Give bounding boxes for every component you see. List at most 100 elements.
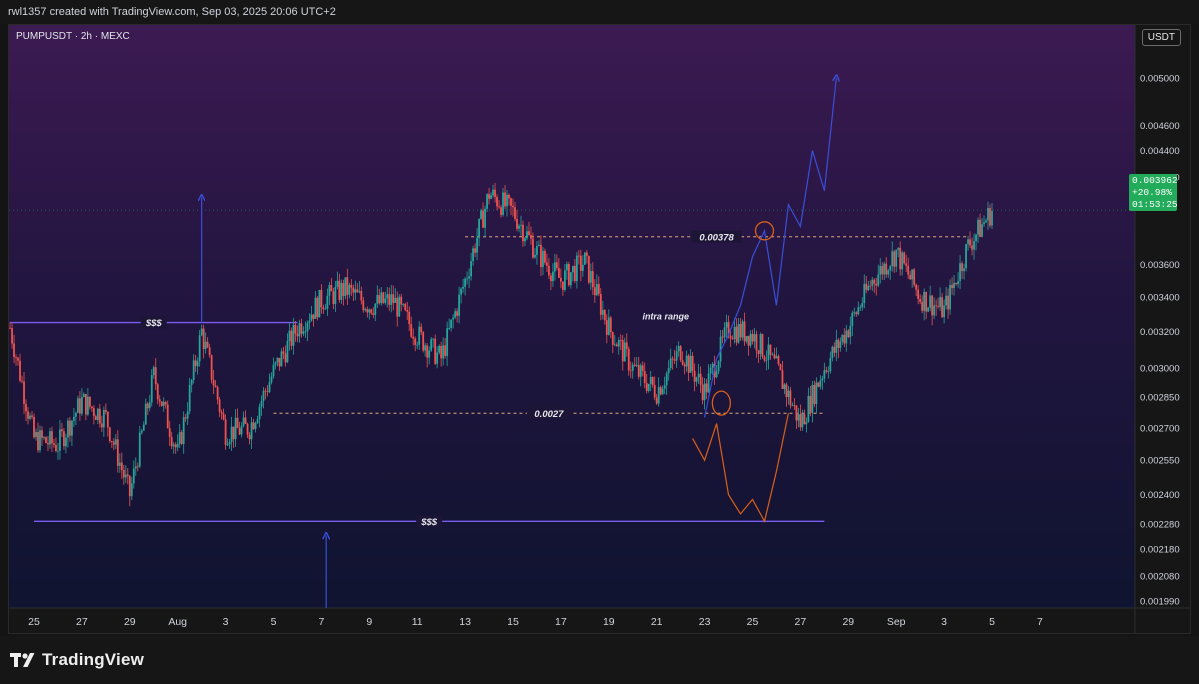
candle-body: [268, 382, 271, 393]
candle-body: [927, 307, 930, 312]
candle-body: [496, 196, 498, 207]
candle-body: [679, 346, 682, 361]
candle-body: [404, 304, 407, 310]
candle-body: [571, 265, 574, 273]
candle-body: [869, 285, 872, 287]
candle-body: [524, 238, 526, 242]
candle-body: [989, 208, 991, 226]
candle-body: [17, 357, 19, 361]
candle-body: [228, 441, 231, 445]
candle-body: [258, 406, 261, 420]
candle-body: [306, 322, 309, 332]
candle-body: [761, 334, 764, 357]
price-tick-label: 0.003000: [1140, 363, 1180, 374]
candle-body: [290, 330, 293, 346]
candle-body: [13, 343, 15, 358]
candle-body: [37, 432, 39, 451]
candle-body: [599, 293, 602, 315]
candle-body: [432, 338, 435, 340]
tradingview-logo[interactable]: TradingView: [10, 650, 144, 670]
candle-body: [482, 210, 484, 228]
candle-body: [448, 328, 451, 329]
candle-body: [346, 277, 349, 295]
chart-frame: $$$ $$$ 0.00378 0.0027 intra range 0.005000 0…: [8, 24, 1191, 634]
candle-body: [883, 263, 886, 275]
candle-body: [871, 279, 874, 286]
candle-body: [19, 360, 21, 381]
candle-body: [344, 277, 347, 297]
candle-body: [186, 411, 189, 419]
price-tick-label: 0.002700: [1140, 423, 1180, 434]
tradingview-logo-icon: [10, 653, 35, 667]
candle-body: [334, 286, 337, 304]
candle-body: [885, 263, 888, 275]
candle-body: [110, 441, 113, 442]
candle-body: [565, 263, 568, 271]
candle-body: [569, 272, 572, 286]
candle-body: [867, 285, 870, 291]
candle-body: [440, 345, 443, 359]
candle-body: [208, 347, 211, 356]
candle-body: [510, 198, 512, 206]
candle-body: [701, 384, 704, 401]
candle-body: [314, 297, 317, 319]
candle-body: [615, 344, 618, 347]
candle-body: [777, 356, 780, 365]
candle-body: [827, 371, 830, 373]
candle-body: [711, 363, 714, 368]
candle-body: [500, 207, 502, 215]
candle-body: [292, 324, 295, 346]
candle-body: [238, 428, 241, 435]
candle-body: [771, 354, 774, 356]
candle-body: [546, 262, 548, 266]
price-tick-label: 0.002550: [1140, 456, 1180, 467]
candle-body: [797, 414, 800, 421]
candle-body: [358, 291, 361, 293]
candle-body: [807, 395, 810, 422]
candle-body: [172, 444, 175, 447]
candle-body: [88, 396, 91, 407]
candle-body: [354, 289, 357, 293]
candle-body: [192, 360, 195, 381]
time-tick-label: Aug: [168, 616, 187, 628]
candle-body: [611, 332, 614, 345]
price-tick-label: 0.002400: [1140, 490, 1180, 501]
candle-body: [583, 252, 586, 265]
candle-body: [991, 210, 993, 226]
candle-body: [763, 356, 766, 361]
candle-body: [817, 382, 820, 387]
candle-body: [400, 296, 403, 305]
currency-button[interactable]: USDT: [1141, 29, 1181, 46]
time-tick-label: 3: [223, 616, 229, 628]
candle-body: [859, 307, 862, 309]
candle-body: [667, 367, 670, 374]
candle-body: [214, 385, 217, 388]
candle-body: [953, 282, 955, 289]
candle-body: [542, 250, 544, 268]
candle-body: [450, 319, 453, 329]
candle-body: [699, 373, 702, 385]
candle-body: [462, 286, 465, 289]
candle-body: [35, 432, 37, 438]
candle-body: [244, 417, 247, 424]
candle-body: [382, 292, 385, 303]
candle-body: [330, 285, 333, 292]
candle-body: [655, 397, 658, 404]
time-tick-label: 23: [699, 616, 711, 628]
candle-body: [374, 303, 377, 315]
candle-body: [669, 358, 672, 368]
candle-body: [921, 301, 924, 311]
candle-body: [849, 325, 852, 338]
candle-body: [595, 283, 598, 296]
price-chart[interactable]: $$$ $$$ 0.00378 0.0027 intra range 0.005000 0…: [9, 25, 1190, 633]
price-change: +20.98%: [1132, 187, 1172, 198]
price-tick-label: 0.004400: [1140, 146, 1180, 157]
candle-body: [538, 244, 540, 246]
candle-body: [835, 339, 838, 353]
candle-body: [280, 351, 283, 367]
candle-body: [150, 375, 153, 403]
candle-body: [41, 430, 43, 438]
candle-body: [781, 370, 784, 390]
candle-body: [518, 225, 520, 229]
candle-body: [847, 330, 850, 338]
